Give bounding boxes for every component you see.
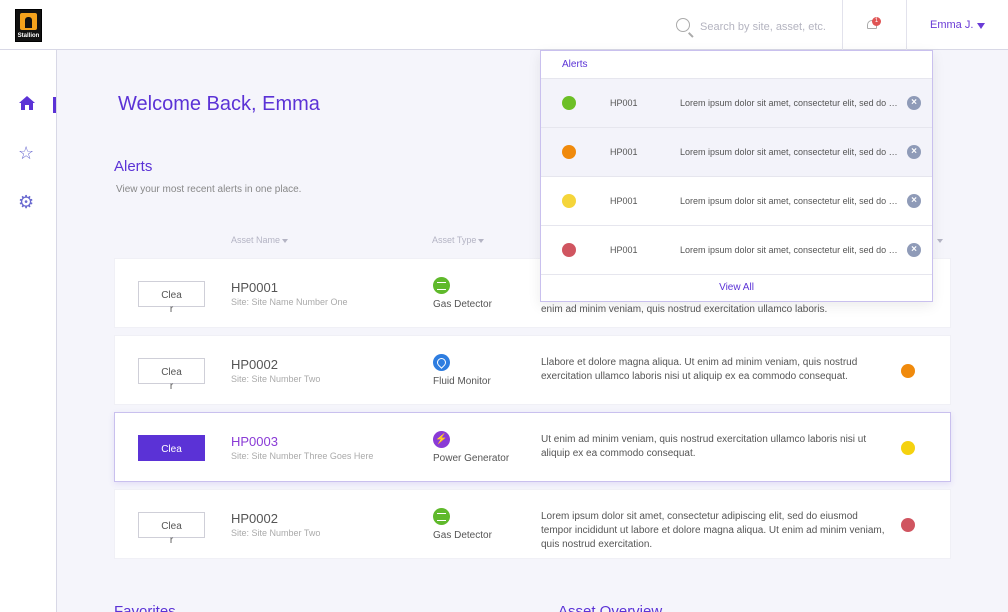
- alerts-section-title: Alerts: [114, 158, 153, 175]
- asset-name[interactable]: HP0002: [231, 357, 278, 372]
- alert-card[interactable]: Clear HP0002 Site: Site Number Two Gas D…: [114, 489, 951, 559]
- alert-message: Lorem ipsum dolor sit amet, consectetur …: [680, 98, 900, 108]
- notification-badge: 1: [872, 17, 881, 26]
- alert-asset-id: HP001: [610, 245, 638, 255]
- column-header-asset-type[interactable]: Asset Type: [432, 235, 485, 245]
- gas-detector-icon: [433, 277, 450, 294]
- page-title: Welcome Back, Emma: [118, 93, 320, 115]
- alert-description: Ut enim ad minim veniam, quis nostrud ex…: [541, 434, 867, 459]
- severity-indicator: [901, 518, 915, 532]
- severity-indicator: [562, 145, 576, 159]
- asset-site: Site: Site Name Number One: [231, 297, 348, 307]
- home-icon[interactable]: [18, 95, 36, 113]
- asset-site: Site: Site Number Two: [231, 528, 321, 538]
- severity-indicator: [562, 96, 576, 110]
- star-icon[interactable]: ☆: [18, 144, 36, 162]
- sort-icon: [478, 238, 485, 243]
- asset-site: Site: Site Number Two: [231, 374, 321, 384]
- alerts-section-subtitle: View your most recent alerts in one plac…: [116, 184, 302, 195]
- alert-message: Lorem ipsum dolor sit amet, consectetur …: [680, 245, 900, 255]
- alert-asset-id: HP001: [610, 147, 638, 157]
- gear-icon[interactable]: ⚙: [18, 193, 36, 211]
- asset-type: Gas Detector: [433, 299, 492, 310]
- alert-message: Lorem ipsum dolor sit amet, consectetur …: [680, 196, 900, 206]
- search-input[interactable]: [700, 17, 835, 37]
- alert-message: Lorem ipsum dolor sit amet, consectetur …: [680, 147, 900, 157]
- favorites-section-title: Favorites: [114, 603, 176, 612]
- column-header-asset-name[interactable]: Asset Name: [231, 235, 289, 245]
- alert-card[interactable]: Clear HP0003 Site: Site Number Three Goe…: [114, 412, 951, 482]
- user-menu[interactable]: Emma J.: [930, 19, 973, 31]
- clear-button[interactable]: Clear: [138, 358, 205, 392]
- topbar-divider: [906, 0, 907, 50]
- dismiss-icon[interactable]: ×: [907, 194, 921, 208]
- fluid-monitor-icon: [433, 354, 450, 371]
- dropdown-alert-item[interactable]: HP001 Lorem ipsum dolor sit amet, consec…: [541, 176, 932, 225]
- alert-asset-id: HP001: [610, 98, 638, 108]
- alert-description: enim ad minim veniam, quis nostrud exerc…: [541, 304, 828, 315]
- alerts-dropdown: Alerts HP001 Lorem ipsum dolor sit amet,…: [540, 50, 933, 302]
- dismiss-icon[interactable]: ×: [907, 96, 921, 110]
- alert-description: Llabore et dolore magna aliqua. Ut enim …: [541, 357, 858, 382]
- power-generator-icon: ⚡: [433, 431, 450, 448]
- dropdown-alert-item[interactable]: HP001 Lorem ipsum dolor sit amet, consec…: [541, 225, 932, 274]
- asset-name[interactable]: HP0003: [231, 434, 278, 449]
- asset-type: Power Generator: [433, 453, 510, 464]
- asset-name[interactable]: HP0002: [231, 511, 278, 526]
- severity-indicator: [562, 243, 576, 257]
- severity-indicator: [901, 441, 915, 455]
- asset-name[interactable]: HP0001: [231, 280, 278, 295]
- clear-button[interactable]: Clear: [138, 435, 205, 461]
- search-icon[interactable]: [676, 18, 690, 32]
- logo-mark-icon: [20, 13, 37, 30]
- clear-button[interactable]: Clear: [138, 281, 205, 315]
- asset-overview-section-title: Asset Overview: [558, 603, 663, 612]
- column-header-severity[interactable]: [935, 235, 943, 245]
- gas-detector-icon: [433, 508, 450, 525]
- top-bar: Stallion 1 Emma J.: [0, 0, 1008, 50]
- asset-type: Gas Detector: [433, 530, 492, 541]
- topbar-divider: [842, 0, 843, 50]
- severity-indicator: [562, 194, 576, 208]
- sidebar: ☆ ⚙: [0, 50, 57, 612]
- stallion-logo[interactable]: Stallion: [15, 9, 42, 42]
- view-all-link[interactable]: View All: [541, 282, 932, 293]
- asset-site: Site: Site Number Three Goes Here: [231, 451, 374, 461]
- active-nav-indicator: [53, 97, 56, 113]
- chevron-down-icon[interactable]: [977, 23, 985, 29]
- asset-type: Fluid Monitor: [433, 376, 491, 387]
- alert-card[interactable]: Clear HP0002 Site: Site Number Two Fluid…: [114, 335, 951, 405]
- dismiss-icon[interactable]: ×: [907, 243, 921, 257]
- dropdown-alert-item[interactable]: HP001 Lorem ipsum dolor sit amet, consec…: [541, 127, 932, 176]
- dismiss-icon[interactable]: ×: [907, 145, 921, 159]
- alert-asset-id: HP001: [610, 196, 638, 206]
- notification-bell-icon[interactable]: 1: [866, 17, 881, 31]
- sort-icon: [282, 238, 289, 243]
- logo-text: Stallion: [17, 33, 40, 39]
- clear-button[interactable]: Clear: [138, 512, 205, 546]
- alert-description: Lorem ipsum dolor sit amet, consectetur …: [541, 511, 885, 550]
- dropdown-title: Alerts: [562, 59, 588, 70]
- sort-icon: [937, 238, 943, 243]
- severity-indicator: [901, 364, 915, 378]
- dropdown-alert-item[interactable]: HP001 Lorem ipsum dolor sit amet, consec…: [541, 78, 932, 127]
